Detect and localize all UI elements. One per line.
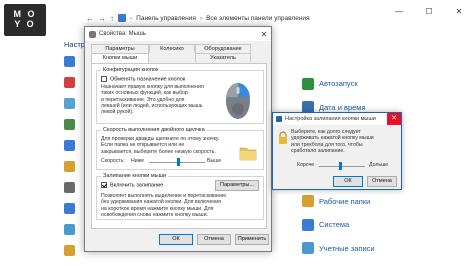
group-label: Залипание кнопки мыши <box>101 173 169 179</box>
tab-buttons[interactable]: Кнопки мыши <box>91 53 149 63</box>
dialog-titlebar: Свойства: Мышь ✕ <box>85 27 271 41</box>
swap-buttons-checkbox[interactable] <box>101 76 107 82</box>
maximize-icon[interactable]: ☐ <box>414 7 444 16</box>
close-icon[interactable]: ✕ <box>387 113 401 125</box>
clicklock-group: Залипание кнопки мыши Включить залипание… <box>96 173 264 220</box>
slider-thumb[interactable] <box>339 162 342 170</box>
control-panel-item-icon <box>302 195 314 208</box>
left-icon-column <box>64 56 75 266</box>
minimize-icon[interactable]: — <box>384 7 414 16</box>
control-panel-item-label: Автозапуск <box>319 79 358 89</box>
dialog-titlebar: Настройка залипания кнопки мыши ✕ <box>273 113 401 125</box>
control-panel-item-icon <box>302 218 314 231</box>
control-panel-item[interactable]: Автозапуск <box>302 72 375 96</box>
clicklock-dialog-description: Выберите, как долго следует удерживать н… <box>291 129 374 154</box>
tab-hardware[interactable]: Оборудование <box>195 44 251 53</box>
control-panel-item[interactable]: Учетные записи <box>302 237 375 261</box>
control-panel-item-icon[interactable] <box>64 119 75 130</box>
tab-pointers[interactable]: Указатель <box>195 53 251 62</box>
close-icon[interactable]: ✕ <box>257 30 271 39</box>
button-config-group: Конфигурация кнопок Обменять назначение … <box>96 67 264 124</box>
mouse-properties-dialog: Свойства: Мышь ✕ Параметры указателя Кол… <box>84 26 272 252</box>
swap-buttons-row[interactable]: Обменять назначение кнопок <box>101 76 185 82</box>
dialog-title: Настройка залипания кнопки мыши <box>285 116 376 122</box>
clicklock-description: Позволяет выполнять выделение и перетаск… <box>101 193 227 218</box>
control-panel-item-icon[interactable] <box>64 245 75 256</box>
tab-pointer-options[interactable]: Параметры указателя <box>91 44 149 61</box>
control-panel-item-icon[interactable] <box>64 224 75 235</box>
control-panel-item-icon[interactable] <box>64 56 75 67</box>
button-config-description: Назначает правую кнопку для выполнения т… <box>101 84 204 116</box>
control-panel-item[interactable]: Система <box>302 213 375 237</box>
group-label: Конфигурация кнопок <box>101 67 161 73</box>
clicklock-settings-dialog: Настройка залипания кнопки мыши ✕ Выбери… <box>272 112 402 190</box>
breadcrumb-all-items[interactable]: Все элементы панели управления <box>206 15 310 22</box>
control-panel-item-icon[interactable] <box>64 140 75 151</box>
clicklock-settings-button[interactable]: Параметры... <box>215 180 259 191</box>
cancel-button[interactable]: Отмена <box>367 176 397 187</box>
tab-wheel[interactable]: Колесико <box>149 44 195 53</box>
breadcrumb-separator: › <box>199 14 203 22</box>
close-icon[interactable]: ✕ <box>444 7 474 16</box>
apply-button[interactable]: Применить <box>235 234 269 245</box>
control-panel-item-icon[interactable] <box>64 182 75 193</box>
long-label: Дольше <box>369 162 389 168</box>
buttons-tab-panel: Конфигурация кнопок Обменять назначение … <box>91 63 267 229</box>
ok-button[interactable]: ОК <box>159 234 193 245</box>
window-controls: — ☐ ✕ <box>384 7 474 16</box>
control-panel-item-icon[interactable] <box>64 98 75 109</box>
breadcrumb-separator: › <box>130 14 133 22</box>
control-panel-item[interactable]: Рабочие папки <box>302 190 375 214</box>
control-panel-icon <box>118 14 126 22</box>
speed-label: Скорость: <box>101 158 125 164</box>
control-panel-item-icon <box>302 242 314 255</box>
control-panel-item-icon[interactable] <box>64 77 75 88</box>
control-panel-item-icon[interactable] <box>64 203 75 214</box>
test-folder-icon[interactable] <box>239 145 257 161</box>
double-click-description: Для проверки дважды щелкните по этому зн… <box>101 136 220 155</box>
control-panel-item-label: Учетные записи <box>319 243 375 253</box>
clicklock-checkbox[interactable] <box>101 182 107 188</box>
mouse-illustration-icon <box>226 82 250 119</box>
control-panel-item-label: Система <box>319 220 350 230</box>
cancel-button[interactable]: Отмена <box>197 234 231 245</box>
control-panel-item-label: Дата и время <box>319 102 366 112</box>
dialog-title: Свойства: Мышь <box>99 31 146 37</box>
breadcrumb-control-panel[interactable]: Панель управления <box>136 15 196 22</box>
lock-icon <box>279 131 287 144</box>
control-panel-item-icon <box>302 77 314 90</box>
clicklock-label: Включить залипание <box>110 182 164 189</box>
group-label: Скорость выполнения двойного щелчка <box>101 127 207 133</box>
back-arrow-icon[interactable]: ← <box>86 14 94 23</box>
swap-buttons-label: Обменять назначение кнопок <box>110 76 186 83</box>
clicklock-icon <box>276 116 282 122</box>
double-click-speed-group: Скорость выполнения двойного щелчка Для … <box>96 127 264 170</box>
logo: M O Y O <box>4 4 46 36</box>
mouse-icon <box>89 30 96 38</box>
clicklock-row[interactable]: Включить залипание <box>101 182 163 188</box>
control-panel-item-icon[interactable] <box>64 161 75 172</box>
control-panel-item-label: Рабочие папки <box>319 196 371 206</box>
forward-arrow-icon[interactable]: → <box>98 14 106 23</box>
ok-button[interactable]: ОК <box>333 176 363 187</box>
short-label: Короче <box>297 162 315 168</box>
up-arrow-icon[interactable]: ↑ <box>110 14 114 23</box>
clicklock-time-slider[interactable] <box>319 166 365 167</box>
page-title: Настр <box>64 40 85 49</box>
slider-thumb[interactable] <box>177 158 180 166</box>
speed-high-label: Выше <box>207 158 222 164</box>
speed-low-label: Ниже <box>131 158 144 164</box>
address-bar[interactable]: ← → ↑ › Панель управления › Все элементы… <box>86 12 310 24</box>
tab-strip: Параметры указателя Колесико Оборудовани… <box>89 43 267 63</box>
